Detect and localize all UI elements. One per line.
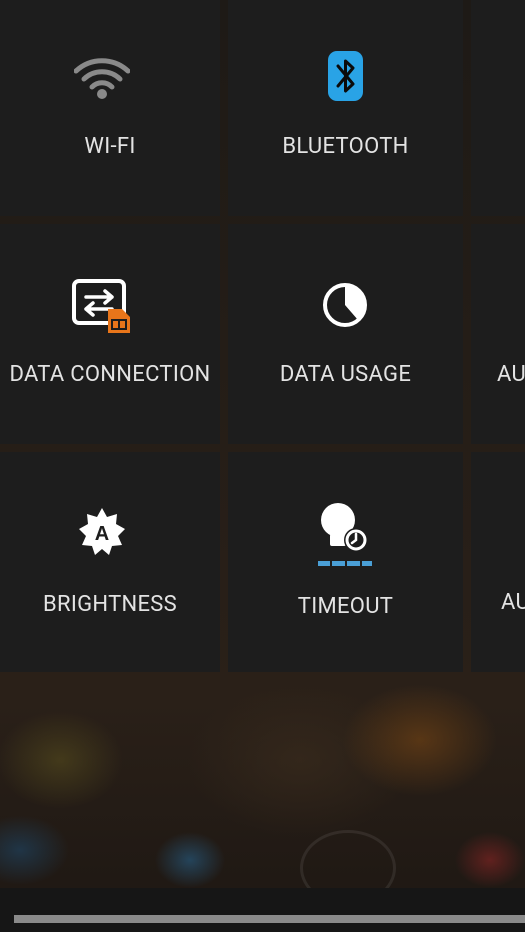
bottom-bar: [0, 888, 525, 932]
data-connection-tile[interactable]: DATA CONNECTION: [0, 224, 220, 444]
partial-tile-bottom-label: AU: [501, 590, 525, 615]
svg-text:A: A: [95, 523, 109, 545]
wifi-icon: [74, 58, 130, 99]
partial-tile-top[interactable]: [471, 0, 525, 216]
horizontal-scrollbar[interactable]: [14, 915, 525, 923]
partial-tile-middle-label: AU: [497, 362, 525, 387]
timeout-label: TIMEOUT: [297, 594, 394, 619]
wifi-tile[interactable]: WI-FI: [0, 0, 220, 216]
brightness-tile[interactable]: A BRIGHTNESS: [0, 452, 220, 672]
partial-tile-bottom[interactable]: AU: [471, 452, 525, 672]
data-usage-icon: [323, 283, 367, 327]
data-connection-icon: [72, 279, 130, 333]
brightness-label: BRIGHTNESS: [42, 592, 178, 617]
data-usage-tile[interactable]: DATA USAGE: [228, 224, 463, 444]
bluetooth-tile[interactable]: BLUETOOTH: [228, 0, 463, 216]
bluetooth-icon: [328, 51, 363, 101]
timeout-tile[interactable]: TIMEOUT: [228, 452, 463, 672]
timeout-icon: [318, 503, 372, 566]
data-connection-label: DATA CONNECTION: [9, 362, 211, 387]
data-usage-label: DATA USAGE: [279, 362, 412, 387]
wifi-label: WI-FI: [84, 134, 136, 159]
bluetooth-label: BLUETOOTH: [282, 134, 409, 159]
brightness-auto-icon: A: [79, 508, 125, 555]
partial-tile-middle[interactable]: AU: [471, 224, 525, 444]
